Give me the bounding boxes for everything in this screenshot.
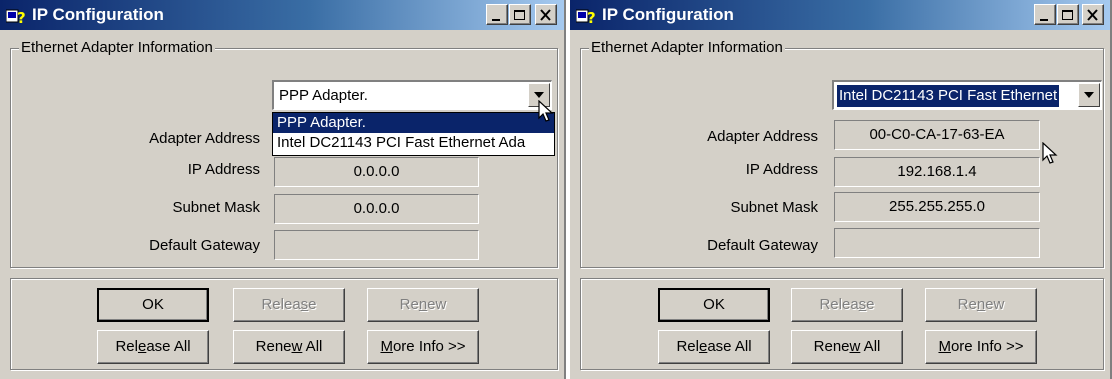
release-all-button[interactable]: Release All (658, 330, 770, 364)
network-help-icon: ? (5, 6, 26, 27)
renew-label-end: ew (985, 296, 1005, 313)
ip-address-label: IP Address (187, 161, 260, 178)
ok-button[interactable]: OK (658, 288, 770, 322)
release-all-label: Rel (676, 338, 699, 355)
title-bar[interactable]: ? IP Configuration (570, 0, 1110, 30)
release-all-label-end: ase All (707, 338, 752, 355)
renew-mnemonic: n (418, 296, 428, 313)
release-button[interactable]: Release (233, 288, 345, 322)
close-icon (540, 9, 551, 21)
adapter-option[interactable]: Intel DC21143 PCI Fast Ethernet Ada (273, 133, 554, 153)
release-label-end: e (866, 296, 875, 313)
default-gateway-field (834, 228, 1040, 258)
more-info-mnemonic: M (380, 338, 393, 355)
renew-all-label-end: All (860, 338, 881, 355)
chevron-down-icon (534, 92, 544, 98)
subnet-mask-label: Subnet Mask (730, 199, 818, 216)
title-bar[interactable]: ? IP Configuration (0, 0, 564, 30)
minimize-icon (1040, 19, 1048, 21)
renew-label: Re (957, 296, 977, 313)
ip-config-window-right: ? IP Configuration Ethernet Adapter Info… (570, 0, 1112, 379)
minimize-icon (492, 19, 500, 21)
window-title: IP Configuration (602, 5, 734, 24)
close-button[interactable] (1082, 4, 1104, 25)
renew-button[interactable]: Renew (925, 288, 1037, 322)
adapter-select[interactable]: PPP Adapter. (272, 80, 552, 110)
default-gateway-field (274, 230, 479, 260)
svg-text:?: ? (587, 9, 596, 26)
close-button[interactable] (535, 4, 557, 25)
default-gateway-label: Default Gateway (707, 237, 818, 254)
renew-all-label-end: All (302, 338, 323, 355)
adapter-option[interactable]: PPP Adapter. (273, 113, 554, 133)
ip-address-label: IP Address (745, 161, 818, 178)
minimize-button[interactable] (486, 4, 508, 25)
chevron-down-icon (1084, 92, 1094, 98)
renew-all-button[interactable]: Renew All (233, 330, 345, 364)
subnet-mask-field: 0.0.0.0 (274, 194, 479, 224)
adapter-address-field: 00-C0-CA-17-63-EA (834, 120, 1040, 150)
release-label: Relea (261, 296, 301, 313)
renew-button[interactable]: Renew (367, 288, 479, 322)
group-label: Ethernet Adapter Information (589, 39, 785, 56)
minimize-button[interactable] (1034, 4, 1056, 25)
close-icon (1087, 9, 1098, 21)
more-info-label: ore Info >> (950, 338, 1024, 355)
renew-all-label: Rene (813, 338, 850, 355)
adapter-address-label: Adapter Address (149, 130, 260, 147)
ip-address-field: 192.168.1.4 (834, 157, 1040, 187)
maximize-button[interactable] (509, 4, 531, 25)
release-label-end: e (308, 296, 317, 313)
mouse-pointer-icon (538, 100, 554, 122)
more-info-label: ore Info >> (392, 338, 466, 355)
renew-all-button[interactable]: Renew All (791, 330, 903, 364)
release-button[interactable]: Release (791, 288, 903, 322)
adapter-select-value: PPP Adapter. (279, 87, 368, 104)
release-all-label: Rel (115, 338, 138, 355)
network-help-icon: ? (575, 6, 596, 27)
renew-all-mnemonic: w (849, 338, 861, 355)
adapter-select[interactable]: Intel DC21143 PCI Fast Ethernet (832, 80, 1102, 110)
subnet-mask-label: Subnet Mask (172, 199, 260, 216)
release-label: Relea (819, 296, 859, 313)
release-all-label-end: ase All (146, 338, 191, 355)
adapter-select-value: Intel DC21143 PCI Fast Ethernet (835, 84, 1061, 108)
subnet-mask-field: 255.255.255.0 (834, 192, 1040, 222)
adapter-select-dropdown-button[interactable] (1078, 83, 1100, 107)
renew-mnemonic: n (976, 296, 986, 313)
more-info-button[interactable]: More Info >> (367, 330, 479, 364)
default-gateway-label: Default Gateway (149, 237, 260, 254)
group-label: Ethernet Adapter Information (19, 39, 215, 56)
renew-all-mnemonic: w (291, 338, 303, 355)
maximize-icon (514, 10, 525, 20)
ip-config-window-left: ? IP Configuration Ethernet Adapter Info… (0, 0, 566, 379)
more-info-button[interactable]: More Info >> (925, 330, 1037, 364)
maximize-button[interactable] (1057, 4, 1079, 25)
release-all-button[interactable]: Release All (97, 330, 209, 364)
mouse-pointer-icon (1042, 142, 1058, 164)
renew-all-label: Rene (255, 338, 292, 355)
maximize-icon (1062, 10, 1073, 20)
ok-button[interactable]: OK (97, 288, 209, 322)
adapter-address-label: Adapter Address (707, 128, 818, 145)
svg-text:?: ? (17, 9, 26, 26)
more-info-mnemonic: M (938, 338, 951, 355)
adapter-dropdown-list: PPP Adapter. Intel DC21143 PCI Fast Ethe… (272, 112, 555, 156)
renew-label: Re (399, 296, 419, 313)
window-title: IP Configuration (32, 5, 164, 24)
renew-label-end: ew (427, 296, 447, 313)
ip-address-field: 0.0.0.0 (274, 157, 479, 187)
